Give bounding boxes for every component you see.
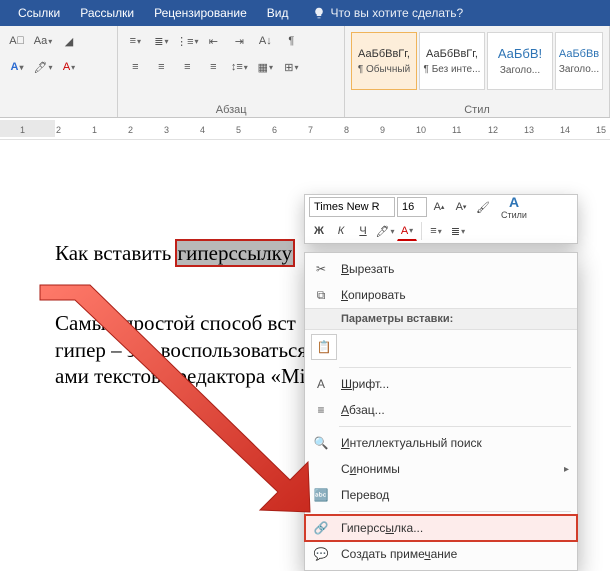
- paragraph-group: ≡▾ ≣▾ ⋮≡▾ ⇤ ⇥ A↓ ¶ ≡ ≡ ≡ ≡ ↕≡▾ ▦▾ ⊞▾ Абз…: [118, 26, 345, 117]
- bullet-list-button[interactable]: ≡▾: [124, 30, 146, 52]
- underline-button[interactable]: Ч: [353, 221, 373, 241]
- paragraph-icon: ≡: [311, 400, 331, 420]
- bullets-mini-button[interactable]: ≡▾: [426, 221, 446, 241]
- shading-button[interactable]: ▦▾: [254, 56, 276, 78]
- link-icon: 🔗: [311, 518, 331, 538]
- highlight-mini-button[interactable]: 🖊▾: [375, 221, 395, 241]
- ctx-paragraph[interactable]: ≡ Абзац...: [305, 397, 577, 423]
- multilevel-list-button[interactable]: ⋮≡▾: [176, 30, 198, 52]
- clear-format-button[interactable]: A⃠: [6, 30, 28, 52]
- bold-button[interactable]: Ж: [309, 221, 329, 241]
- ctx-paste-header: Параметры вставки:: [305, 308, 577, 330]
- shrink-font-button[interactable]: A▾: [451, 197, 471, 217]
- ctx-paste-option[interactable]: 📋: [305, 330, 577, 364]
- clipboard-icon: 📋: [311, 334, 337, 360]
- show-marks-button[interactable]: ¶: [280, 30, 302, 52]
- borders-button[interactable]: ⊞▾: [280, 56, 302, 78]
- mini-font-input[interactable]: [309, 197, 395, 217]
- search-icon: 🔍: [311, 433, 331, 453]
- justify-button[interactable]: ≡: [202, 56, 224, 78]
- text-effects-button[interactable]: A▾: [6, 56, 28, 78]
- style-normal[interactable]: АаБбВвГг, ¶ Обычный: [351, 32, 417, 90]
- italic-button[interactable]: К: [331, 221, 351, 241]
- ctx-cut-rest: ырезать: [349, 262, 394, 276]
- styles-gallery[interactable]: АаБбВвГг, ¶ Обычный АаБбВвГг, ¶ Без инте…: [351, 32, 603, 90]
- tab-links[interactable]: Ссылки: [8, 0, 70, 26]
- chevron-right-icon: ▸: [564, 464, 569, 475]
- increase-indent-button[interactable]: ⇥: [228, 30, 250, 52]
- styles-group-label: Стил: [345, 104, 609, 116]
- ctx-comment[interactable]: 💬 Создать примечание: [305, 541, 577, 567]
- align-center-button[interactable]: ≡: [150, 56, 172, 78]
- decrease-indent-button[interactable]: ⇤: [202, 30, 224, 52]
- paragraph-group-label: Абзац: [118, 104, 344, 116]
- numbering-mini-button[interactable]: ≣▾: [448, 221, 468, 241]
- context-menu: ✂ Вырезать ⧉ Копировать Параметры вставк…: [304, 252, 578, 571]
- align-left-button[interactable]: ≡: [124, 56, 146, 78]
- ctx-copy[interactable]: ⧉ Копировать: [305, 282, 577, 308]
- ctx-cut[interactable]: ✂ Вырезать: [305, 256, 577, 282]
- styles-group: АаБбВвГг, ¶ Обычный АаБбВвГг, ¶ Без инте…: [345, 26, 610, 117]
- divider: [339, 367, 571, 368]
- synonyms-icon: [311, 459, 331, 479]
- divider: [339, 511, 571, 512]
- ribbon: A⃠ Aa▾ ◢ A▾ 🖊▾ A▾ ≡▾ ≣▾ ⋮≡▾ ⇤ ⇥ A↓ ¶ ≡ ≡…: [0, 26, 610, 118]
- mini-styles-button[interactable]: A Стили: [495, 188, 533, 226]
- ctx-research[interactable]: 🔍 Интеллектуальный поиск: [305, 430, 577, 456]
- text: Как вставить: [55, 241, 177, 265]
- format-painter-button[interactable]: 🖌: [473, 197, 493, 217]
- ruler[interactable]: 12123456789101112131415: [0, 118, 610, 140]
- align-right-button[interactable]: ≡: [176, 56, 198, 78]
- ctx-translate[interactable]: 🔤 Перевод: [305, 482, 577, 508]
- ribbon-tabs: Ссылки Рассылки Рецензирование Вид Что в…: [0, 0, 610, 26]
- translate-icon: 🔤: [311, 485, 331, 505]
- font-group: A⃠ Aa▾ ◢ A▾ 🖊▾ A▾: [0, 26, 118, 117]
- copy-icon: ⧉: [311, 285, 331, 305]
- clear-icon[interactable]: ◢: [58, 30, 80, 52]
- ctx-font[interactable]: A Шрифт...: [305, 371, 577, 397]
- number-list-button[interactable]: ≣▾: [150, 30, 172, 52]
- tell-me[interactable]: Что вы хотите сделать?: [303, 0, 474, 26]
- mini-toolbar: A▴ A▾ 🖌 A Стили Ж К Ч 🖊▾ A▾ ≡▾ ≣▾: [304, 194, 578, 244]
- line-spacing-button[interactable]: ↕≡▾: [228, 56, 250, 78]
- scissors-icon: ✂: [311, 259, 331, 279]
- tab-view[interactable]: Вид: [257, 0, 299, 26]
- comment-icon: 💬: [311, 544, 331, 564]
- selected-text[interactable]: гиперссылку: [177, 241, 294, 265]
- divider: [339, 426, 571, 427]
- grow-font-button[interactable]: A▴: [429, 197, 449, 217]
- highlight-button[interactable]: 🖊▾: [32, 56, 54, 78]
- tab-mailings[interactable]: Рассылки: [70, 0, 144, 26]
- change-case-button[interactable]: Aa▾: [32, 30, 54, 52]
- mini-size-input[interactable]: [397, 197, 427, 217]
- ctx-synonyms[interactable]: Синонимы ▸: [305, 456, 577, 482]
- tab-review[interactable]: Рецензирование: [144, 0, 257, 26]
- font-color-button[interactable]: A▾: [58, 56, 80, 78]
- sort-button[interactable]: A↓: [254, 30, 276, 52]
- style-heading1[interactable]: АаБбВ! Заголо...: [487, 32, 553, 90]
- ctx-hyperlink[interactable]: 🔗 Гиперссылка...: [305, 515, 577, 541]
- style-heading2[interactable]: АаБбВв Заголо...: [555, 32, 603, 90]
- bulb-icon: [313, 7, 325, 19]
- style-no-spacing[interactable]: АаБбВвГг, ¶ Без инте...: [419, 32, 485, 90]
- font-color-mini-button[interactable]: A▾: [397, 221, 417, 241]
- font-icon: A: [311, 374, 331, 394]
